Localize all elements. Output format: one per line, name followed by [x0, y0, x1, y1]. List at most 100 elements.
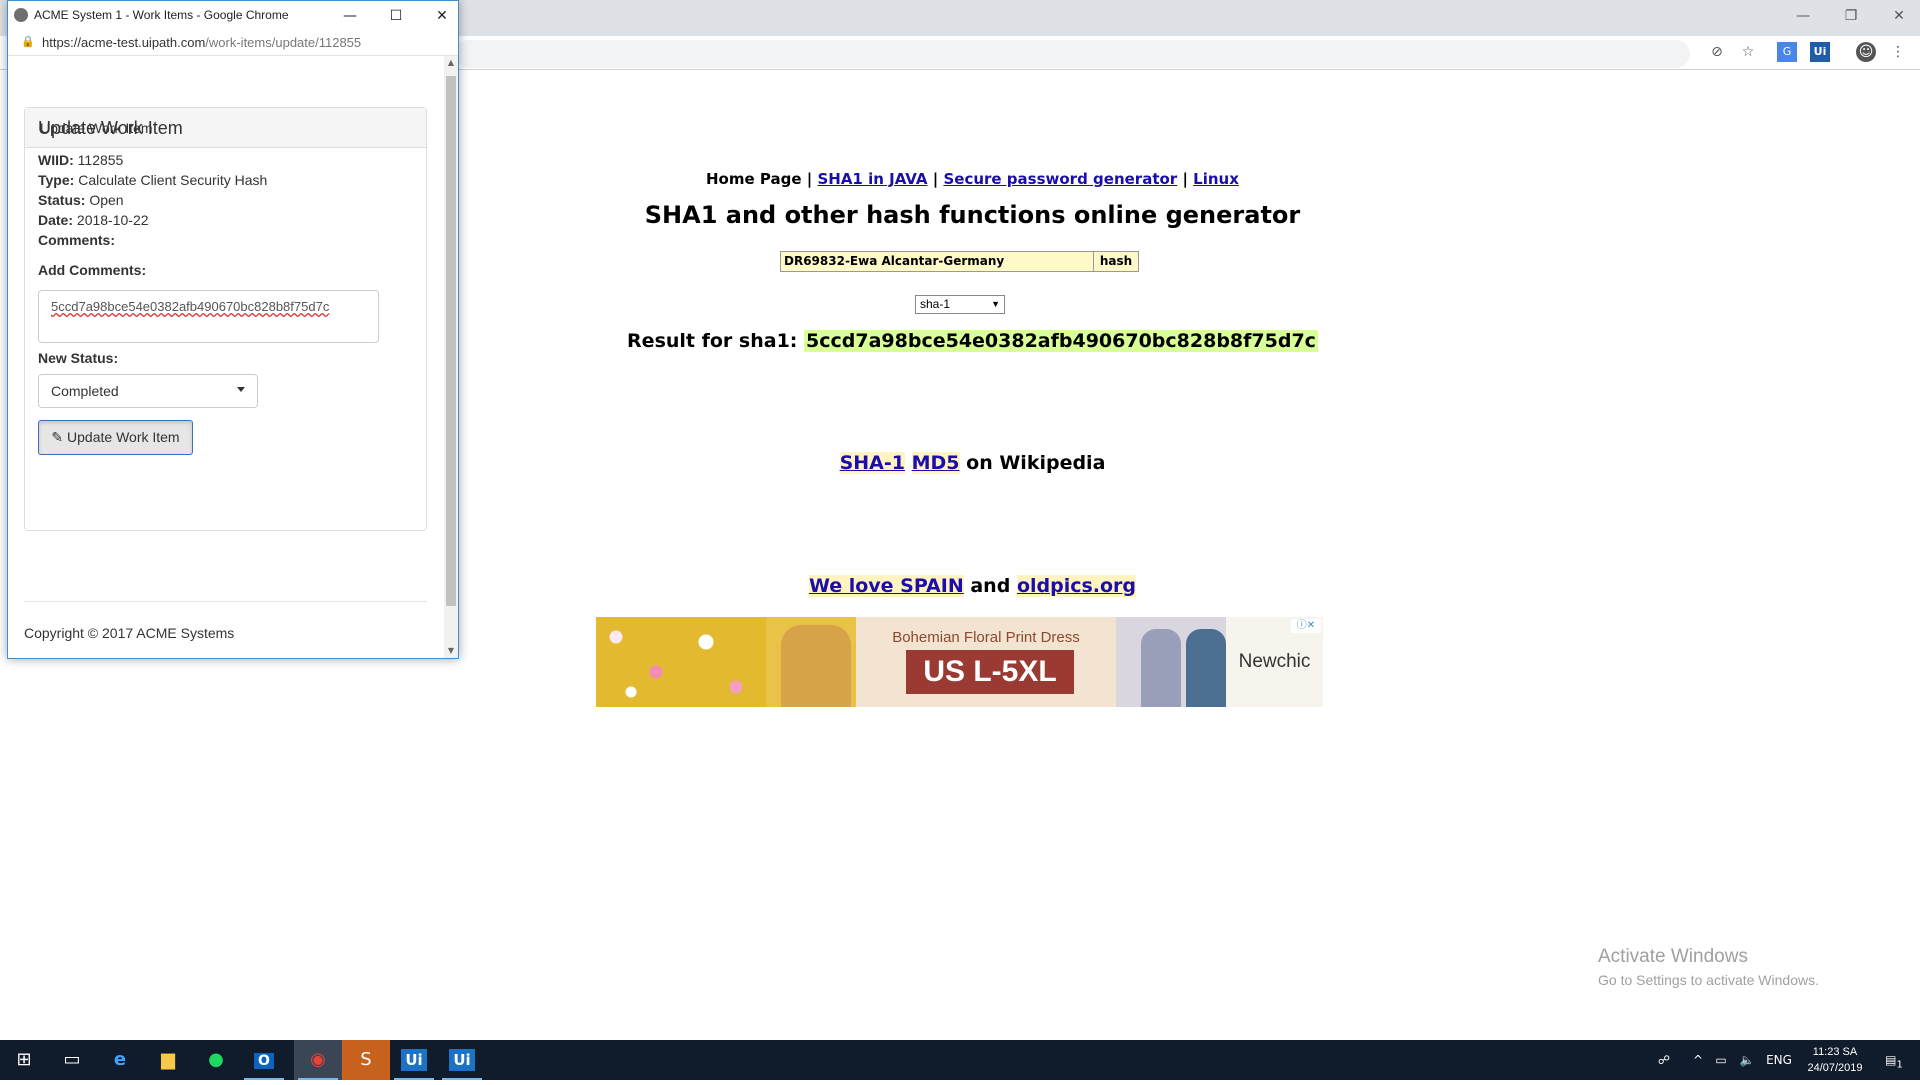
comments-label: Comments: [38, 232, 116, 248]
comment-text: 5ccd7a98bce54e0382afb490670bc828b8f75d7c [51, 299, 330, 314]
uipath-studio-icon[interactable]: Ui [390, 1040, 438, 1080]
algorithm-value: sha-1 [920, 297, 951, 311]
profile-avatar-icon[interactable]: ☺ [1856, 42, 1876, 62]
ad-dress-image [1186, 629, 1226, 707]
extension-icon[interactable]: ⊘ [1707, 42, 1727, 62]
md5-wikipedia-link[interactable]: MD5 [911, 452, 960, 474]
url-host: https://acme-test.uipath.com [42, 35, 206, 50]
comments-textarea[interactable]: 5ccd7a98bce54e0382afb490670bc828b8f75d7c [38, 290, 379, 343]
update-work-item-button[interactable]: ✎ Update Work Item [38, 420, 193, 455]
translate-icon[interactable]: G [1777, 42, 1797, 62]
skype-icon[interactable]: S [342, 1040, 390, 1080]
address-bar[interactable] [455, 40, 1690, 68]
scrollbar-thumb[interactable] [446, 76, 456, 606]
oldpics-link[interactable]: oldpics.org [1016, 575, 1137, 597]
new-status-label: New Status: [38, 350, 119, 366]
popup-title: ACME System 1 - Work Items - Google Chro… [34, 8, 289, 22]
popup-close-button[interactable]: ✕ [428, 5, 456, 27]
uipath-extension-icon[interactable]: Ui [1810, 42, 1830, 62]
password-generator-link[interactable]: Secure password generator [943, 170, 1177, 188]
form-heading: Update Work Item [38, 118, 183, 138]
notification-center-icon[interactable]: ▤1 [1874, 1040, 1914, 1080]
we-love-spain-link[interactable]: We love SPAIN [808, 575, 964, 597]
popup-content: Update Work Item Update Work Item WIID: … [8, 56, 444, 658]
show-hidden-icons-icon[interactable]: ^ [1690, 1040, 1706, 1080]
advertisement-banner[interactable]: Bohemian Floral Print Dress US L-5XL New… [596, 617, 1323, 707]
linux-link[interactable]: Linux [1193, 170, 1239, 188]
nav-separator: | [932, 170, 939, 188]
footer-divider [24, 601, 427, 602]
copyright-text: Copyright © 2017 ACME Systems [24, 625, 235, 641]
bookmark-star-icon[interactable]: ☆ [1738, 42, 1758, 62]
clock[interactable]: 11:23 SA 24/07/2019 [1800, 1044, 1870, 1076]
algorithm-select[interactable]: sha-1 ▼ [915, 295, 1005, 314]
outlook-icon[interactable]: O [240, 1040, 288, 1080]
popup-url-bar[interactable]: 🔒 https://acme-test.uipath.com/work-item… [8, 30, 458, 56]
uipath-robot-icon[interactable]: Ui [438, 1040, 486, 1080]
wiid-label: WIID: [38, 152, 74, 168]
sha1-java-link[interactable]: SHA1 in JAVA [817, 170, 927, 188]
ad-dress-image [1141, 629, 1181, 707]
popup-minimize-button[interactable]: — [336, 5, 364, 27]
page-title: SHA1 and other hash functions online gen… [644, 201, 1301, 229]
add-comments-label: Add Comments: [38, 262, 147, 278]
url-path: /work-items/update/112855 [205, 35, 362, 50]
ad-title: Bohemian Floral Print Dress [892, 629, 1080, 646]
chrome-icon [14, 8, 28, 22]
popup-maximize-button[interactable]: ☐ [382, 5, 410, 27]
result-label: Result for sha1: [627, 330, 798, 352]
ad-dress-image [781, 625, 851, 707]
notification-count: 1 [1896, 1059, 1903, 1071]
type-label: Type: [38, 172, 75, 188]
wiid-field: WIID: 112855 [38, 152, 123, 168]
popup-scrollbar[interactable]: ▲ ▼ [444, 56, 458, 658]
minimize-button[interactable]: — [1788, 4, 1818, 28]
menu-icon[interactable]: ⋮ [1888, 42, 1908, 62]
result-line: Result for sha1: 5ccd7a98bce54e0382afb49… [559, 330, 1386, 352]
scroll-down-icon[interactable]: ▼ [444, 644, 458, 658]
hash-button[interactable]: hash [1093, 251, 1139, 272]
wikipedia-line: SHA-1 MD5 on Wikipedia [709, 452, 1236, 474]
spotify-icon[interactable]: ● [192, 1040, 240, 1080]
people-icon[interactable]: ☍ [1654, 1040, 1674, 1080]
hash-generator-page: Home Page | SHA1 in JAVA | Secure passwo… [459, 70, 1920, 1040]
file-explorer-icon[interactable]: ▆ [144, 1040, 192, 1080]
home-page-text: Home Page [706, 170, 802, 188]
windows-taskbar: ⊞ ▭ e ▆ ● O ◉ S Ui Ui ☍ ^ ▭ 🔈 ENG 11:23 … [0, 1040, 1920, 1080]
new-status-value: Completed [51, 383, 119, 399]
hash-input[interactable]: DR69832-Ewa Alcantar-Germany [780, 251, 1094, 272]
volume-icon[interactable]: 🔈 [1738, 1040, 1756, 1080]
clock-time: 11:23 SA [1812, 1046, 1858, 1058]
language-indicator[interactable]: ENG [1764, 1040, 1794, 1080]
spain-line: We love SPAIN and oldpics.org [709, 575, 1236, 597]
result-hash-value: 5ccd7a98bce54e0382afb490670bc828b8f75d7c [804, 330, 1318, 352]
ad-floral-pattern [596, 617, 766, 707]
clock-date: 24/07/2019 [1807, 1062, 1863, 1074]
desktop: — ❐ ✕ ⊘ ☆ G Ui ☺ ⋮ Home Page | SHA1 in J… [0, 0, 1920, 1040]
chrome-taskbar-icon[interactable]: ◉ [294, 1040, 342, 1080]
restore-button[interactable]: ❐ [1836, 4, 1866, 28]
task-view-icon[interactable]: ▭ [48, 1040, 96, 1080]
wikipedia-text: on Wikipedia [966, 452, 1106, 474]
start-button-icon[interactable]: ⊞ [0, 1040, 48, 1080]
scroll-up-icon[interactable]: ▲ [444, 56, 458, 70]
date-value: 2018-10-22 [76, 212, 149, 228]
date-field: Date: 2018-10-22 [38, 212, 149, 228]
status-label: Status: [38, 192, 86, 208]
ad-close-icon[interactable]: ⓘ✕ [1291, 619, 1321, 633]
sha1-wikipedia-link[interactable]: SHA-1 [839, 452, 905, 474]
network-icon[interactable]: ▭ [1712, 1040, 1730, 1080]
edge-browser-icon[interactable]: e [96, 1040, 144, 1080]
activate-windows-subtitle: Go to Settings to activate Windows. [1598, 972, 1819, 988]
dropdown-arrow-icon: ▼ [991, 299, 1000, 309]
new-status-select[interactable]: Completed [38, 374, 258, 408]
close-button[interactable]: ✕ [1884, 4, 1914, 28]
activate-windows-title: Activate Windows [1598, 946, 1748, 967]
top-navigation: Home Page | SHA1 in JAVA | Secure passwo… [706, 170, 1239, 188]
popup-titlebar: ACME System 1 - Work Items - Google Chro… [8, 1, 458, 30]
type-field: Type: Calculate Client Security Hash [38, 172, 267, 188]
wiid-value: 112855 [77, 152, 124, 168]
nav-separator: | [1182, 170, 1188, 188]
caret-down-icon [237, 387, 245, 392]
ad-text-area: Bohemian Floral Print Dress US L-5XL [856, 617, 1116, 707]
